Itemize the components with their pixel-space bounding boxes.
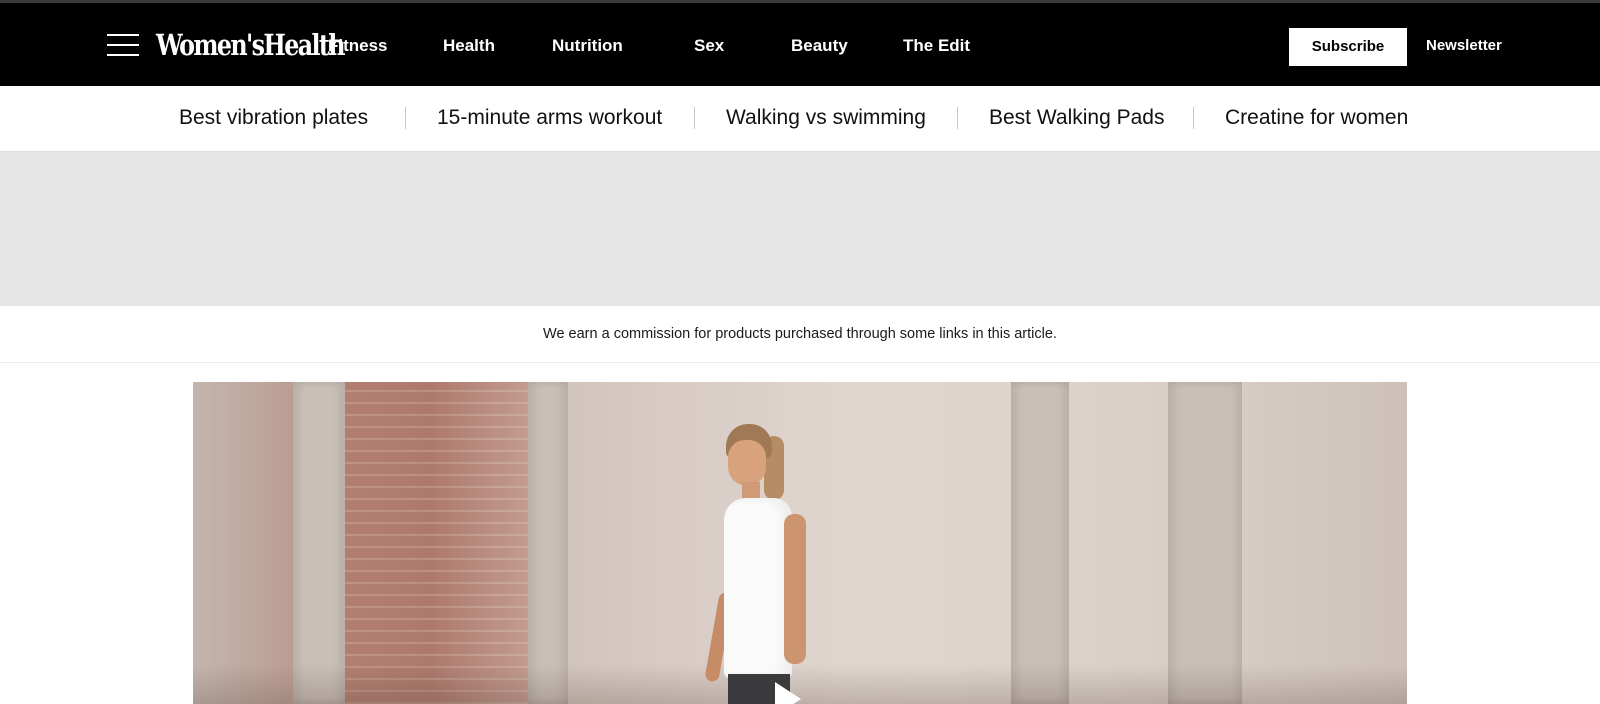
site-logo[interactable]: Women'sHealth: [156, 25, 346, 65]
nav-link-sex[interactable]: Sex: [694, 34, 724, 58]
nav-link-fitness[interactable]: Fitness: [328, 34, 388, 58]
top-navigation-bar: Women'sHealth Fitness Health Nutrition S…: [0, 0, 1600, 86]
trending-link[interactable]: Walking vs swimming: [726, 105, 926, 131]
page: Women'sHealth Fitness Health Nutrition S…: [0, 0, 1600, 704]
concrete-pillar: [1168, 382, 1242, 704]
subscribe-button[interactable]: Subscribe: [1289, 28, 1407, 66]
trending-topics-bar: Best vibration plates 15-minute arms wor…: [0, 86, 1600, 152]
woman-exercising-figure: [688, 422, 848, 704]
trending-link[interactable]: Best vibration plates: [179, 105, 368, 131]
concrete-pillar: [528, 382, 568, 704]
play-icon[interactable]: [775, 682, 801, 704]
hero-video[interactable]: [193, 382, 1407, 704]
trending-link[interactable]: Best Walking Pads: [989, 105, 1164, 131]
trending-divider: [694, 107, 695, 129]
trending-link[interactable]: 15-minute arms workout: [437, 105, 662, 131]
newsletter-link[interactable]: Newsletter: [1426, 34, 1502, 58]
advertisement-slot: [0, 152, 1600, 306]
nav-link-beauty[interactable]: Beauty: [791, 34, 848, 58]
head: [728, 440, 766, 486]
concrete-pillar: [1011, 382, 1069, 704]
nav-link-nutrition[interactable]: Nutrition: [552, 34, 623, 58]
hamburger-menu-icon[interactable]: [107, 31, 139, 59]
disclosure-text: We earn a commission for products purcha…: [543, 326, 1057, 342]
affiliate-disclosure: We earn a commission for products purcha…: [0, 306, 1600, 363]
trending-divider: [405, 107, 406, 129]
white-tank-top: [724, 498, 792, 678]
nav-link-health[interactable]: Health: [443, 34, 495, 58]
nav-link-the-edit[interactable]: The Edit: [903, 34, 970, 58]
concrete-pillar: [293, 382, 345, 704]
trending-divider: [1193, 107, 1194, 129]
trending-link[interactable]: Creatine for women: [1225, 105, 1408, 131]
trending-divider: [957, 107, 958, 129]
right-arm: [784, 514, 806, 664]
